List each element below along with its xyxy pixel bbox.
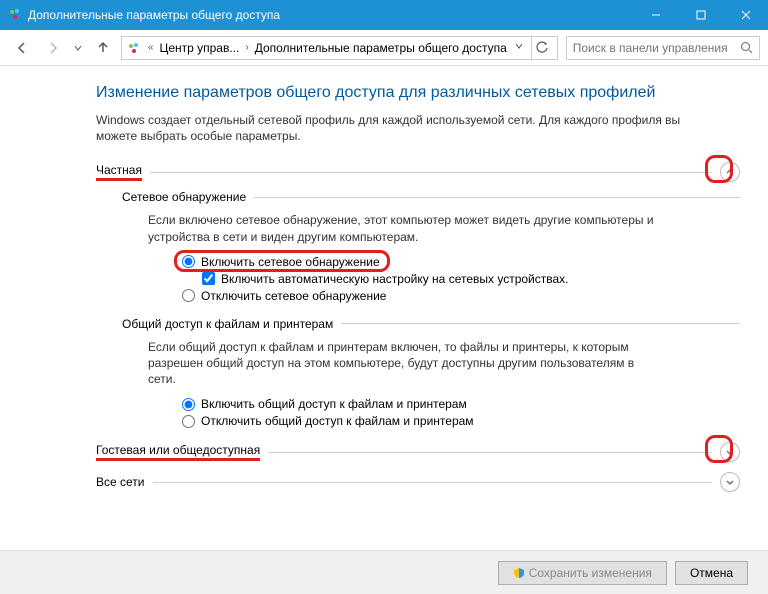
section-all-label: Все сети bbox=[96, 475, 145, 489]
section-all-header[interactable]: Все сети bbox=[96, 472, 740, 492]
radio-enable-discovery-input[interactable] bbox=[182, 255, 195, 268]
window-title: Дополнительные параметры общего доступа bbox=[28, 8, 633, 22]
highlight-annotation bbox=[705, 155, 733, 183]
search-icon bbox=[740, 41, 753, 55]
location-icon bbox=[126, 40, 142, 56]
breadcrumb-seg-2[interactable]: Дополнительные параметры общего доступа bbox=[251, 41, 511, 55]
radio-disable-discovery[interactable]: Отключить сетевое обнаружение bbox=[182, 289, 740, 303]
breadcrumb-seg-1[interactable]: Центр управ... bbox=[155, 41, 243, 55]
radio-disable-fileshare-input[interactable] bbox=[182, 415, 195, 428]
navigation-bar: « Центр управ... › Дополнительные параме… bbox=[0, 30, 768, 66]
radio-disable-discovery-input[interactable] bbox=[182, 289, 195, 302]
shield-icon bbox=[513, 567, 525, 579]
search-input[interactable] bbox=[573, 41, 736, 55]
network-discovery-desc: Если включено сетевое обнаружение, этот … bbox=[148, 212, 658, 244]
footer-bar: Сохранить изменения Отмена bbox=[0, 550, 768, 594]
chevron-right-icon: › bbox=[243, 42, 250, 53]
section-guest-label: Гостевая или общедоступная bbox=[96, 443, 260, 461]
close-button[interactable] bbox=[723, 0, 768, 30]
section-private-label: Частная bbox=[96, 163, 142, 181]
expand-chevron-all[interactable] bbox=[720, 472, 740, 492]
section-private: Частная Сетевое обнаружение Если включен… bbox=[96, 162, 740, 428]
file-sharing-title: Общий доступ к файлам и принтерам bbox=[122, 317, 333, 331]
checkbox-auto-setup[interactable]: Включить автоматическую настройку на сет… bbox=[202, 272, 740, 286]
subsection-file-sharing: Общий доступ к файлам и принтерам Если о… bbox=[122, 317, 740, 429]
checkbox-auto-setup-label: Включить автоматическую настройку на сет… bbox=[221, 272, 569, 286]
radio-enable-fileshare-input[interactable] bbox=[182, 398, 195, 411]
file-sharing-desc: Если общий доступ к файлам и принтерам в… bbox=[148, 339, 658, 388]
up-button[interactable] bbox=[90, 35, 117, 61]
breadcrumb-history-dropdown[interactable] bbox=[511, 42, 527, 53]
radio-enable-fileshare-label: Включить общий доступ к файлам и принтер… bbox=[201, 397, 467, 411]
recent-dropdown[interactable] bbox=[70, 35, 86, 61]
radio-disable-fileshare-label: Отключить общий доступ к файлам и принте… bbox=[201, 414, 474, 428]
save-button[interactable]: Сохранить изменения bbox=[498, 561, 667, 585]
checkbox-auto-setup-input[interactable] bbox=[202, 272, 215, 285]
back-button[interactable] bbox=[8, 35, 35, 61]
cancel-button-label: Отмена bbox=[690, 566, 733, 580]
save-button-label: Сохранить изменения bbox=[529, 566, 652, 580]
refresh-button[interactable] bbox=[531, 37, 553, 59]
section-guest-header[interactable]: Гостевая или общедоступная bbox=[96, 442, 740, 462]
section-guest: Гостевая или общедоступная bbox=[96, 442, 740, 462]
breadcrumb-root-arrow[interactable]: « bbox=[146, 42, 156, 53]
radio-enable-discovery-label: Включить сетевое обнаружение bbox=[201, 255, 380, 269]
radio-disable-discovery-label: Отключить сетевое обнаружение bbox=[201, 289, 386, 303]
cancel-button[interactable]: Отмена bbox=[675, 561, 748, 585]
radio-enable-fileshare[interactable]: Включить общий доступ к файлам и принтер… bbox=[182, 397, 740, 411]
content-area: Изменение параметров общего доступа для … bbox=[0, 66, 768, 556]
maximize-button[interactable] bbox=[678, 0, 723, 30]
subsection-network-discovery: Сетевое обнаружение Если включено сетево… bbox=[122, 190, 740, 302]
minimize-button[interactable] bbox=[633, 0, 678, 30]
page-heading: Изменение параметров общего доступа для … bbox=[96, 84, 740, 102]
section-private-header[interactable]: Частная bbox=[96, 162, 740, 182]
radio-disable-fileshare[interactable]: Отключить общий доступ к файлам и принте… bbox=[182, 414, 740, 428]
page-subheading: Windows создает отдельный сетевой профил… bbox=[96, 112, 686, 144]
control-panel-icon bbox=[8, 7, 22, 24]
highlight-annotation bbox=[705, 435, 733, 463]
forward-button[interactable] bbox=[39, 35, 66, 61]
breadcrumb-bar[interactable]: « Центр управ... › Дополнительные параме… bbox=[121, 36, 558, 60]
titlebar: Дополнительные параметры общего доступа bbox=[0, 0, 768, 30]
search-box[interactable] bbox=[566, 36, 760, 60]
network-discovery-title: Сетевое обнаружение bbox=[122, 190, 246, 204]
radio-enable-discovery[interactable]: Включить сетевое обнаружение bbox=[182, 255, 380, 269]
section-all-networks: Все сети bbox=[96, 472, 740, 492]
